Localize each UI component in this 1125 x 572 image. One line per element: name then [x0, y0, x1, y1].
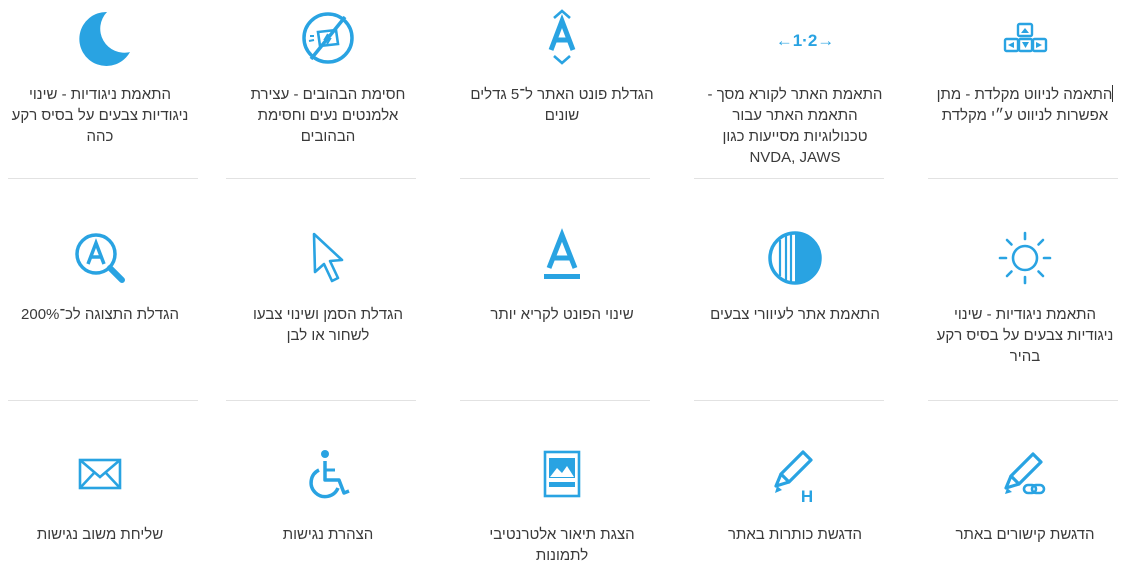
moon-icon: [60, 8, 140, 72]
feature-label: התאמת אתר לעיוורי צבעים: [710, 306, 880, 323]
feature-font-enlarge[interactable]: הגדלת פונט האתר ל־5 גדלים שונים: [462, 8, 662, 126]
feature-screen-reader[interactable]: ←1·2→ התאמת האתר לקורא מסך - התאמת האתר …: [695, 8, 895, 168]
font-enlarge-icon: [522, 8, 602, 72]
heading-letter-icon-text: H: [801, 487, 813, 506]
feature-label: הגדלת פונט האתר ל־5 גדלים שונים: [470, 86, 654, 124]
feature-accessibility-statement[interactable]: הצהרת נגישות: [228, 448, 428, 545]
row-divider: [460, 178, 650, 179]
feature-label: הגדלת הסמן ושינוי צבעו לשחור או לבן: [253, 306, 403, 344]
feature-zoom[interactable]: הגדלת התצוגה לכ־200%: [0, 228, 200, 325]
feature-alt-text[interactable]: הצגת תיאור אלטרנטיבי לתמונות: [462, 448, 662, 566]
feature-label: הצגת תיאור אלטרנטיבי לתמונות: [489, 526, 635, 564]
feature-color-blind[interactable]: התאמת אתר לעיוורי צבעים: [695, 228, 895, 325]
feature-feedback[interactable]: שליחת משוב נגישות: [0, 448, 200, 545]
feature-cursor-change[interactable]: הגדלת הסמן ושינוי צבעו לשחור או לבן: [228, 228, 428, 346]
feature-highlight-headings[interactable]: H הדגשת כותרות באתר: [695, 448, 895, 545]
feature-keyboard-nav[interactable]: התאמה לניווט מקלדת - מתן אפשרות לניווט ע…: [925, 8, 1125, 126]
keyboard-arrows-icon: [985, 8, 1065, 72]
font-underline-icon: [522, 228, 602, 292]
row-divider: [8, 400, 198, 401]
feature-label: הדגשת כותרות באתר: [728, 526, 862, 543]
row-divider: [694, 400, 884, 401]
screen-reader-icon: ←1·2→: [755, 8, 835, 72]
accessibility-features-grid: התאמה לניווט מקלדת - מתן אפשרות לניווט ע…: [0, 0, 1125, 572]
sun-icon: [985, 228, 1065, 292]
feature-highlight-links[interactable]: הדגשת קישורים באתר: [925, 448, 1125, 545]
stop-flashing-icon: [288, 8, 368, 72]
row-divider: [226, 178, 416, 179]
row-divider: [928, 400, 1118, 401]
image-icon: [522, 448, 602, 512]
feature-label: התאמת ניגודיות - שינוי ניגודיות צבעים על…: [11, 86, 189, 145]
feature-label: התאמה לניווט מקלדת - מתן אפשרות לניווט ע…: [936, 86, 1113, 124]
row-divider: [8, 178, 198, 179]
feature-stop-flashing[interactable]: חסימת הבהובים - עצירת אלמנטים נעים וחסימ…: [228, 8, 428, 147]
feature-label: התאמת האתר לקורא מסך - התאמת האתר עבור ט…: [707, 86, 883, 166]
feature-label: חסימת הבהובים - עצירת אלמנטים נעים וחסימ…: [250, 86, 406, 145]
wheelchair-icon: [288, 448, 368, 512]
feature-light-contrast[interactable]: התאמת ניגודיות - שינוי ניגודיות צבעים על…: [925, 228, 1125, 367]
magnifier-icon: [60, 228, 140, 292]
feature-label: הגדלת התצוגה לכ־200%: [21, 306, 179, 323]
marker-heading-icon: H: [755, 448, 835, 512]
feature-label: שליחת משוב נגישות: [36, 526, 164, 543]
row-divider: [694, 178, 884, 179]
feature-label: שינוי הפונט לקריא יותר: [490, 306, 634, 323]
row-divider: [928, 178, 1118, 179]
contrast-circle-icon: [755, 228, 835, 292]
feature-dark-contrast[interactable]: התאמת ניגודיות - שינוי ניגודיות צבעים על…: [0, 8, 200, 147]
cursor-arrow-icon: [288, 228, 368, 292]
feature-label: הצהרת נגישות: [282, 526, 374, 543]
screen-reader-icon-text: ←1·2→: [776, 31, 835, 50]
row-divider: [460, 400, 650, 401]
row-divider: [226, 400, 416, 401]
text-cursor: [1112, 85, 1114, 102]
envelope-icon: [60, 448, 140, 512]
feature-label: התאמת ניגודיות - שינוי ניגודיות צבעים על…: [936, 306, 1114, 365]
feature-label: הדגשת קישורים באתר: [955, 526, 1095, 543]
feature-readable-font[interactable]: שינוי הפונט לקריא יותר: [462, 228, 662, 325]
marker-link-icon: [985, 448, 1065, 512]
